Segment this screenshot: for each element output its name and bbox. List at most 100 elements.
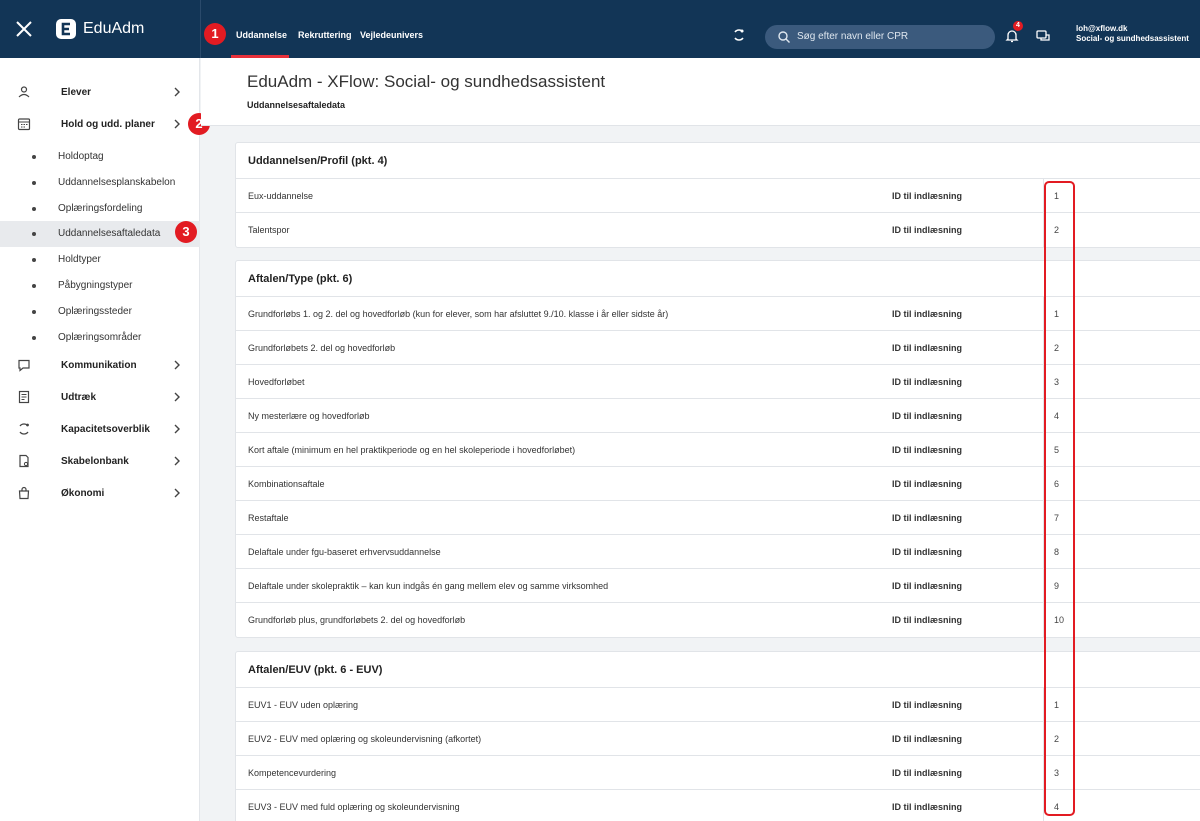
sidebar-subitem-label: Oplæringsområder <box>58 332 142 343</box>
row-id-label: ID til indlæsning <box>892 343 962 353</box>
row-id-label: ID til indlæsning <box>892 547 962 557</box>
bullet-icon <box>32 155 36 159</box>
eduadm-logo-icon <box>56 19 76 39</box>
tab-rekruttering[interactable]: Rekruttering <box>298 30 352 40</box>
bullet-icon <box>32 284 36 288</box>
id-column-highlight-frame <box>1044 181 1075 816</box>
row-id-label: ID til indlæsning <box>892 411 962 421</box>
row-name: Eux-uddannelse <box>248 191 314 201</box>
chevron-right-icon <box>174 424 180 434</box>
row-name: EUV1 - EUV uden oplæring <box>248 700 359 710</box>
sidebar-item-skabelonbank[interactable]: Skabelonbank <box>0 449 200 475</box>
row-name: Grundforløbs 1. og 2. del og hovedforløb… <box>248 309 669 319</box>
chevron-right-icon <box>174 360 180 370</box>
row-id-label: ID til indlæsning <box>892 700 962 710</box>
sidebar-item-oekonomi[interactable]: Økonomi <box>0 481 200 507</box>
bullet-icon <box>32 310 36 314</box>
row-id-label: ID til indlæsning <box>892 445 962 455</box>
capacity-icon[interactable] <box>732 28 746 42</box>
row-name: Talentspor <box>248 225 290 235</box>
section-header: Uddannelsen/Profil (pkt. 4) <box>236 143 1200 179</box>
row-id-label: ID til indlæsning <box>892 734 962 744</box>
sidebar-item-kapacitetsoverblik[interactable]: Kapacitetsoverblik <box>0 417 200 443</box>
annotation-marker-1: 1 <box>204 23 226 45</box>
sidebar-subitem-holdoptag[interactable]: Holdoptag <box>0 144 200 170</box>
sidebar-subitem-paabygningstyper[interactable]: Påbygningstyper <box>0 273 200 299</box>
row-name: Grundforløb plus, grundforløbets 2. del … <box>248 615 466 625</box>
user-email[interactable]: loh@xflow.dk <box>1076 24 1128 33</box>
row-id-label: ID til indlæsning <box>892 377 962 387</box>
sidebar-item-hold-og-udd-planer[interactable]: Hold og udd. planer <box>0 112 200 138</box>
tab-vejledeunivers[interactable]: Vejledeunivers <box>360 30 423 40</box>
row-name: Grundforløbets 2. del og hovedforløb <box>248 343 396 353</box>
sidebar-item-elever[interactable]: Elever <box>0 80 200 106</box>
section-title: Aftalen/EUV (pkt. 6 - EUV) <box>248 664 383 676</box>
sidebar-item-label: Økonomi <box>61 488 105 499</box>
bullet-icon <box>32 336 36 340</box>
bullet-icon <box>32 207 36 211</box>
row-id-label: ID til indlæsning <box>892 581 962 591</box>
row-name: Hovedforløbet <box>248 377 305 387</box>
calendar-icon <box>17 118 31 131</box>
chevron-right-icon <box>174 456 180 466</box>
row-name: EUV2 - EUV med oplæring og skoleundervis… <box>248 734 482 744</box>
page-subtitle: Uddannelsesaftaledata <box>247 100 346 110</box>
row-id-label: ID til indlæsning <box>892 191 962 201</box>
close-icon[interactable] <box>12 17 36 41</box>
row-name: Ny mesterlære og hovedforløb <box>248 411 370 421</box>
page-header: EduAdm - XFlow: Social- og sundhedsassis… <box>201 58 1200 126</box>
template-icon <box>19 454 29 468</box>
chevron-right-icon <box>174 119 180 129</box>
sidebar-subitem-label: Oplæringssteder <box>58 306 132 317</box>
sidebar-item-udtraek[interactable]: Udtræk <box>0 385 200 411</box>
bullet-icon <box>32 232 36 236</box>
annotation-marker-3: 3 <box>175 221 197 243</box>
section-title: Aftalen/Type (pkt. 6) <box>248 273 353 285</box>
chevron-right-icon <box>174 392 180 402</box>
sidebar-subitem-label: Holdtyper <box>58 254 101 265</box>
notification-badge: 4 <box>1013 21 1023 31</box>
chat-icon <box>18 359 30 372</box>
bullet-icon <box>32 181 36 185</box>
chat-icon[interactable] <box>1035 28 1051 44</box>
user-role: Social- og sundhedsassistent <box>1076 34 1189 43</box>
chevron-right-icon <box>174 87 180 97</box>
chevron-right-icon <box>174 488 180 498</box>
sidebar-subitem-label: Uddannelsesplanskabelon <box>58 177 176 188</box>
tab-uddannelse[interactable]: Uddannelse <box>236 30 287 40</box>
sidebar-subitem-oplaeringsfordeling[interactable]: Oplæringsfordeling <box>0 196 200 222</box>
search-placeholder: Søg efter navn eller CPR <box>797 31 909 42</box>
topbar-divider <box>200 0 201 58</box>
row-id-label: ID til indlæsning <box>892 802 962 812</box>
row-id-label: ID til indlæsning <box>892 309 962 319</box>
row-name: Restaftale <box>248 513 289 523</box>
row-id-label: ID til indlæsning <box>892 768 962 778</box>
row-id-label: ID til indlæsning <box>892 479 962 489</box>
row-id-label: ID til indlæsning <box>892 513 962 523</box>
page-title: EduAdm - XFlow: Social- og sundhedsassis… <box>247 72 606 91</box>
sidebar-item-kommunikation[interactable]: Kommunikation <box>0 353 200 379</box>
search-icon <box>778 31 790 43</box>
row-name: Delaftale under fgu-baseret erhvervsudda… <box>248 547 441 557</box>
row-name: Kombinationsaftale <box>248 479 325 489</box>
sidebar-subitem-uddannelsesaftaledata[interactable]: Uddannelsesaftaledata <box>0 221 200 247</box>
row-name: Delaftale under skolepraktik – kan kun i… <box>248 581 609 591</box>
sidebar-subitem-holdtyper[interactable]: Holdtyper <box>0 247 200 273</box>
sidebar: Elever Hold og udd. planer Holdoptag Udd… <box>0 58 200 821</box>
sidebar-subitem-uddannelsesplanskabelon[interactable]: Uddannelsesplanskabelon <box>0 170 200 196</box>
sidebar-subitem-oplaeringsomraader[interactable]: Oplæringsområder <box>0 325 200 351</box>
capacity-icon <box>19 423 29 435</box>
row-name: Kompetencevurdering <box>248 768 337 778</box>
sidebar-item-label: Skabelonbank <box>61 456 129 467</box>
sidebar-subitem-label: Oplæringsfordeling <box>58 203 143 214</box>
search-input[interactable]: Søg efter navn eller CPR <box>765 25 995 49</box>
row-id-label: ID til indlæsning <box>892 225 962 235</box>
person-icon <box>18 86 30 98</box>
sidebar-subitem-oplaeringssteder[interactable]: Oplæringssteder <box>0 299 200 325</box>
sidebar-item-label: Kommunikation <box>61 360 137 371</box>
sidebar-item-label: Kapacitetsoverblik <box>61 424 150 435</box>
sidebar-subitem-label: Påbygningstyper <box>58 280 133 291</box>
document-icon <box>18 390 30 404</box>
sidebar-subitem-label: Uddannelsesaftaledata <box>58 228 161 239</box>
bag-icon <box>18 486 30 500</box>
